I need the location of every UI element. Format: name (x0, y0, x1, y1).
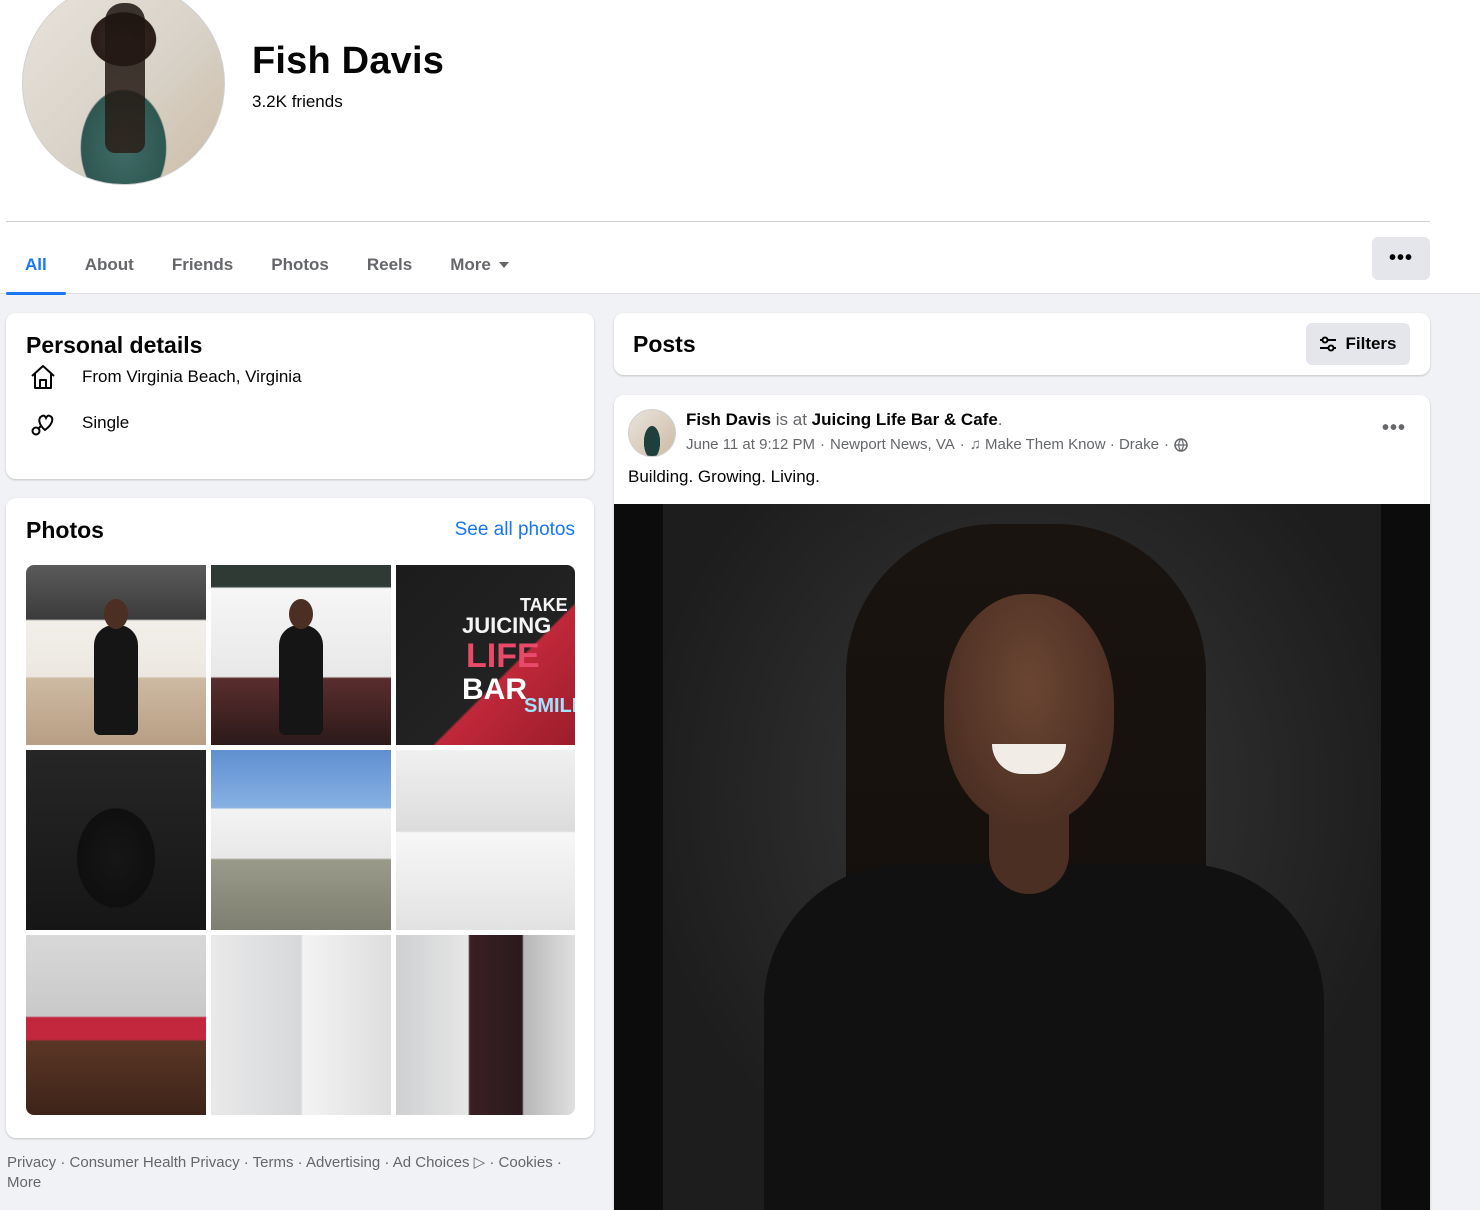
photo-grid: JUICING LIFE BAR TAKE SMILE! (26, 565, 575, 1115)
photo-thumbnail[interactable] (26, 935, 206, 1115)
tab-about[interactable]: About (66, 236, 153, 294)
photo-person (279, 599, 323, 735)
photo-sign-text: LIFE (466, 637, 540, 675)
tab-about-label: About (84, 255, 134, 274)
footer-link-consumer-health-privacy[interactable]: Consumer Health Privacy (70, 1154, 240, 1171)
home-icon (28, 362, 58, 392)
tab-friends-label: Friends (171, 255, 234, 274)
footer-separator: · (56, 1154, 70, 1171)
photo-thumbnail[interactable]: JUICING LIFE BAR TAKE SMILE! (396, 565, 575, 745)
meta-separator: · (1163, 436, 1169, 453)
detail-relationship: Single (28, 408, 129, 438)
profile-name: Fish Davis (252, 40, 445, 82)
photo-sign-text: SMILE! (524, 695, 575, 717)
tab-photos[interactable]: Photos (252, 236, 348, 294)
footer-links: Privacy · Consumer Health Privacy · Term… (7, 1153, 597, 1193)
photo-person (94, 599, 138, 735)
footer-separator: · (380, 1154, 393, 1171)
see-all-photos-link[interactable]: See all photos (455, 519, 575, 541)
footer-link-terms[interactable]: Terms (253, 1154, 294, 1171)
tab-reels[interactable]: Reels (348, 236, 431, 294)
post-options-button[interactable]: ••• (1382, 417, 1406, 440)
photos-card: Photos See all photos JUICING LIFE BAR T… (6, 498, 594, 1138)
post-is-at: is at (771, 410, 812, 429)
photo-thumbnail[interactable] (211, 935, 391, 1115)
footer-separator: · (293, 1154, 307, 1171)
footer-separator: · (239, 1154, 253, 1171)
friends-count[interactable]: 3.2K friends (252, 92, 343, 112)
tab-photos-label: Photos (271, 255, 329, 274)
personal-details-card: Personal details (6, 313, 594, 479)
photo-thumbnail[interactable] (26, 750, 206, 930)
header-divider (6, 221, 1430, 222)
photo-shirt (764, 864, 1324, 1210)
caret-down-icon (498, 262, 509, 268)
posts-title: Posts (633, 331, 696, 357)
post-header: Fish Davis is at Juicing Life Bar & Cafe… (686, 410, 1003, 430)
tab-more-label: More (450, 255, 491, 274)
photo-thumbnail[interactable] (396, 750, 575, 930)
profile-more-button[interactable]: ••• (1372, 237, 1430, 280)
detail-hometown: From Virginia Beach, Virginia (28, 362, 302, 392)
heart-icon (28, 408, 58, 438)
footer-link-cookies[interactable]: Cookies (499, 1154, 553, 1171)
footer-separator: · (552, 1154, 562, 1171)
photo-sign-text: TAKE (520, 595, 568, 615)
ad-choices-icon: ▷ (473, 1154, 486, 1171)
photo-thumbnail[interactable] (26, 565, 206, 745)
footer-link-ad-choices[interactable]: Ad Choices (393, 1154, 470, 1171)
post-meta: June 11 at 9:12 PM · Newport News, VA · ♫ M… (686, 436, 1188, 453)
photo-sign-text: BAR (462, 673, 527, 706)
profile-tabs: All About Friends Photos Reels More (6, 236, 528, 295)
detail-relationship-text: Single (82, 413, 130, 432)
tab-reels-label: Reels (366, 255, 413, 274)
globe-icon (1174, 437, 1188, 452)
filters-label: Filters (1345, 334, 1397, 353)
photo-sign-text: JUICING (462, 613, 552, 638)
post-place-link[interactable]: Juicing Life Bar & Cafe (812, 410, 998, 429)
music-icon: ♫ (969, 436, 981, 453)
photo-face (944, 594, 1114, 824)
photos-title: Photos (26, 517, 104, 543)
post-photo[interactable] (614, 504, 1430, 1210)
tab-friends[interactable]: Friends (153, 236, 252, 294)
profile-picture-hair (105, 3, 145, 153)
tab-all-label: All (25, 255, 47, 274)
footer-link-privacy[interactable]: Privacy (7, 1154, 56, 1171)
photo-thumbnail[interactable] (211, 750, 391, 930)
post-author-avatar[interactable] (628, 409, 676, 457)
post-card: Fish Davis is at Juicing Life Bar & Cafe… (614, 395, 1430, 1210)
tab-all[interactable]: All (6, 236, 66, 295)
post-date[interactable]: June 11 at 9:12 PM (686, 436, 815, 453)
detail-hometown-text: From Virginia Beach, Virginia (82, 367, 302, 386)
footer-separator: · (485, 1154, 499, 1171)
footer-link-more[interactable]: More (7, 1174, 41, 1191)
filters-button[interactable]: Filters (1306, 323, 1410, 365)
filters-icon (1319, 336, 1337, 352)
tab-more[interactable]: More (431, 236, 528, 294)
post-song[interactable]: Make Them Know · Drake (985, 436, 1159, 453)
posts-header-card: Posts Filters (614, 313, 1430, 375)
post-text: Building. Growing. Living. (628, 467, 820, 486)
photo-thumbnail[interactable] (396, 935, 575, 1115)
photo-thumbnail[interactable] (211, 565, 391, 745)
post-author-name[interactable]: Fish Davis (686, 410, 771, 429)
personal-details-title: Personal details (26, 332, 203, 358)
post-location[interactable]: Newport News, VA (830, 436, 955, 453)
footer-link-advertising[interactable]: Advertising (306, 1154, 380, 1171)
meta-separator: · (819, 436, 825, 453)
post-period: . (997, 410, 1003, 429)
meta-separator: · (959, 436, 965, 453)
